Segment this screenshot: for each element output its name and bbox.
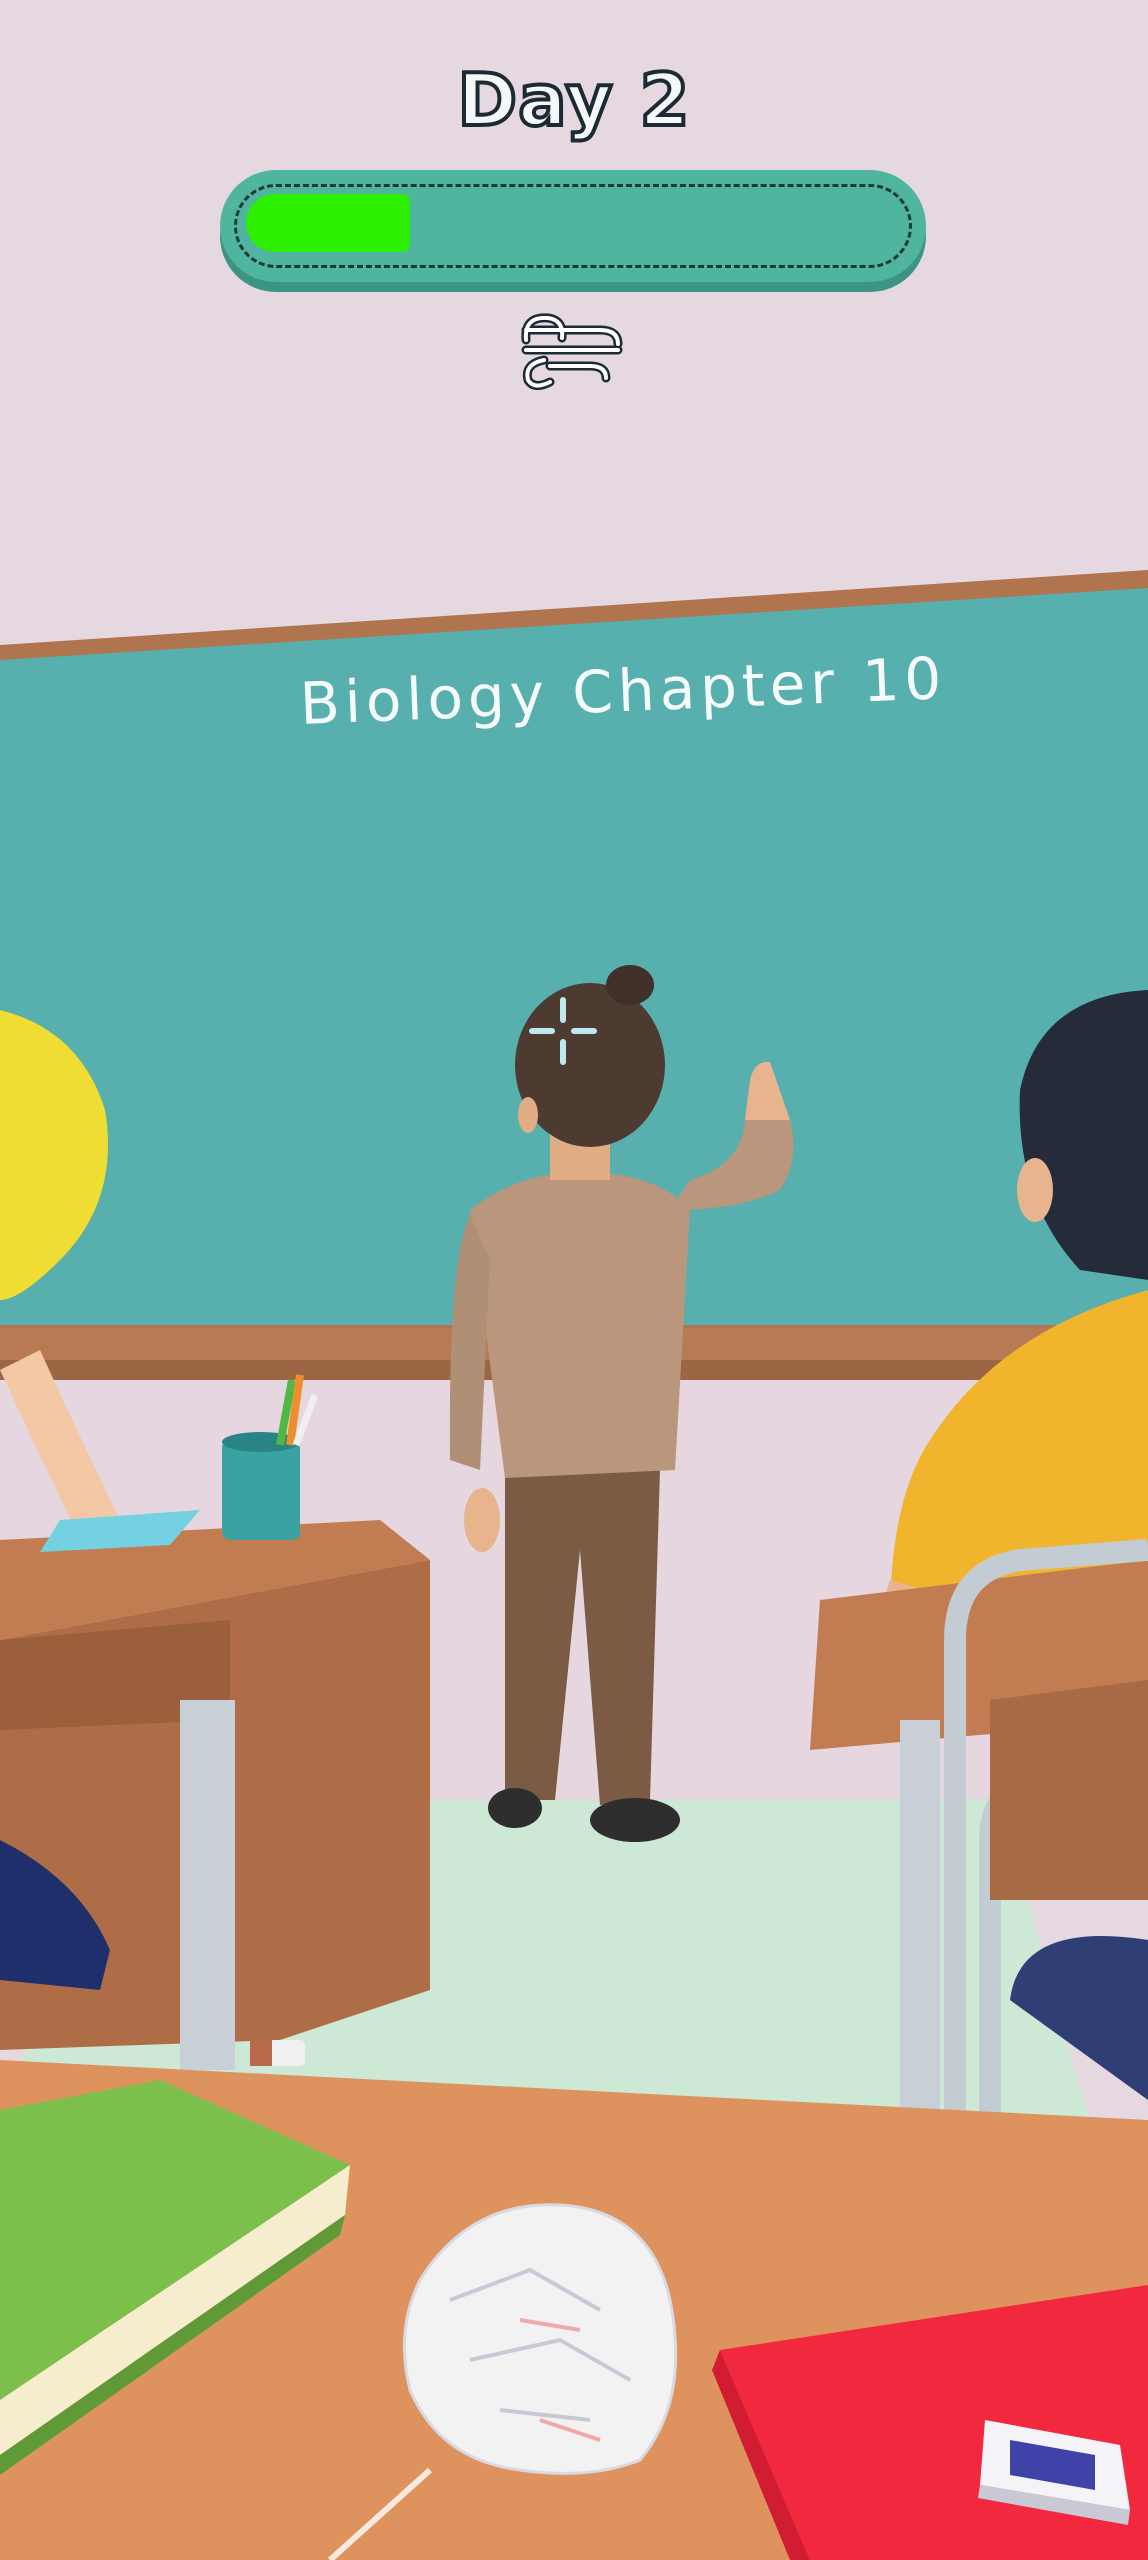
teacher-sweater xyxy=(470,1171,690,1478)
desk-left-leg xyxy=(180,1700,235,2070)
pencil-cup xyxy=(222,1440,300,1540)
teacher-hair-bun xyxy=(606,965,654,1005)
progress-fill xyxy=(246,194,410,252)
crosshair-icon xyxy=(529,997,597,1065)
day-progress-bar xyxy=(220,170,926,282)
teacher-shoe-left xyxy=(488,1788,542,1828)
day-title: Day 2 xyxy=(455,56,691,144)
wind-icon[interactable] xyxy=(520,310,628,390)
teacher-shoe-right xyxy=(590,1798,680,1842)
